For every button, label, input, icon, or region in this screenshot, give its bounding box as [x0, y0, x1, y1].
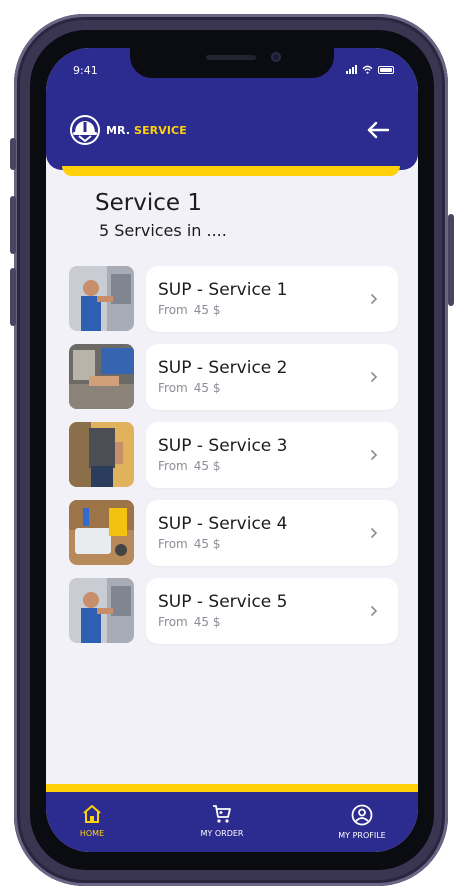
chevron-right-icon [370, 449, 378, 461]
profile-icon [351, 804, 373, 826]
service-name: SUP - Service 3 [158, 436, 288, 456]
service-row[interactable]: SUP - Service 2 From 45 $ [46, 344, 418, 410]
power-button [448, 214, 454, 306]
header-accent-bar [62, 166, 400, 176]
chevron-right-icon [370, 605, 378, 617]
service-card[interactable]: SUP - Service 1 From 45 $ [146, 266, 398, 332]
service-card[interactable]: SUP - Service 5 From 45 $ [146, 578, 398, 644]
service-price: From 45 $ [158, 381, 220, 395]
service-card[interactable]: SUP - Service 4 From 45 $ [146, 500, 398, 566]
service-row[interactable]: SUP - Service 5 From 45 $ [46, 578, 418, 644]
nav-item-my-profile[interactable]: MY PROFILE [332, 804, 392, 840]
service-thumbnail [69, 578, 134, 643]
service-row[interactable]: SUP - Service 3 From 45 $ [46, 422, 418, 488]
service-price: From 45 $ [158, 615, 220, 629]
status-time: 9:41 [73, 64, 98, 77]
service-price: From 45 $ [158, 303, 220, 317]
service-thumbnail [69, 500, 134, 565]
brand-name: MR. SERVICE [106, 124, 187, 137]
battery-icon [378, 66, 394, 74]
signal-icon [346, 65, 357, 74]
price-amount: 45 $ [193, 459, 221, 473]
chevron-right-icon [370, 527, 378, 539]
price-prefix: From [158, 615, 188, 629]
home-icon [83, 805, 101, 823]
service-name: SUP - Service 5 [158, 592, 288, 612]
bottom-nav: HOME MY ORDER MY PROFILE [46, 792, 418, 852]
service-row[interactable]: SUP - Service 1 From 45 $ [46, 266, 418, 332]
price-amount: 45 $ [193, 615, 221, 629]
volume-down-button [10, 268, 16, 326]
nav-label: MY PROFILE [338, 831, 386, 840]
service-price: From 45 $ [158, 459, 220, 473]
service-thumbnail [69, 422, 134, 487]
nav-item-home[interactable]: HOME [76, 804, 108, 838]
price-amount: 45 $ [193, 303, 221, 317]
status-icons [346, 65, 394, 74]
chevron-right-icon [370, 293, 378, 305]
nav-label: HOME [79, 829, 105, 838]
price-amount: 45 $ [193, 537, 221, 551]
nav-label: MY ORDER [200, 829, 244, 838]
page-title: Service 1 [95, 190, 202, 216]
price-amount: 45 $ [193, 381, 221, 395]
cart-icon [213, 805, 231, 823]
service-card[interactable]: SUP - Service 3 From 45 $ [146, 422, 398, 488]
page-subtitle: 5 Services in .... [99, 221, 227, 240]
front-camera [271, 52, 281, 62]
volume-up-button [10, 196, 16, 254]
service-thumbnail [69, 344, 134, 409]
price-prefix: From [158, 459, 188, 473]
service-name: SUP - Service 1 [158, 280, 288, 300]
helmet-logo-icon [70, 115, 100, 145]
service-thumbnail [69, 266, 134, 331]
price-prefix: From [158, 381, 188, 395]
service-name: SUP - Service 2 [158, 358, 288, 378]
notch [130, 48, 334, 78]
speaker-grill [206, 55, 256, 60]
service-card[interactable]: SUP - Service 2 From 45 $ [146, 344, 398, 410]
app-screen: 9:41 MR. SERVICE Service 1 5 Services in… [46, 48, 418, 852]
brand-name-second: SERVICE [134, 124, 187, 137]
brand-name-first: MR. [106, 124, 131, 137]
price-prefix: From [158, 303, 188, 317]
back-arrow-icon[interactable] [366, 120, 390, 140]
service-price: From 45 $ [158, 537, 220, 551]
nav-item-my-order[interactable]: MY ORDER [194, 804, 250, 838]
service-row[interactable]: SUP - Service 4 From 45 $ [46, 500, 418, 566]
chevron-right-icon [370, 371, 378, 383]
price-prefix: From [158, 537, 188, 551]
service-name: SUP - Service 4 [158, 514, 288, 534]
mute-switch [10, 138, 16, 170]
wifi-icon [362, 65, 373, 74]
